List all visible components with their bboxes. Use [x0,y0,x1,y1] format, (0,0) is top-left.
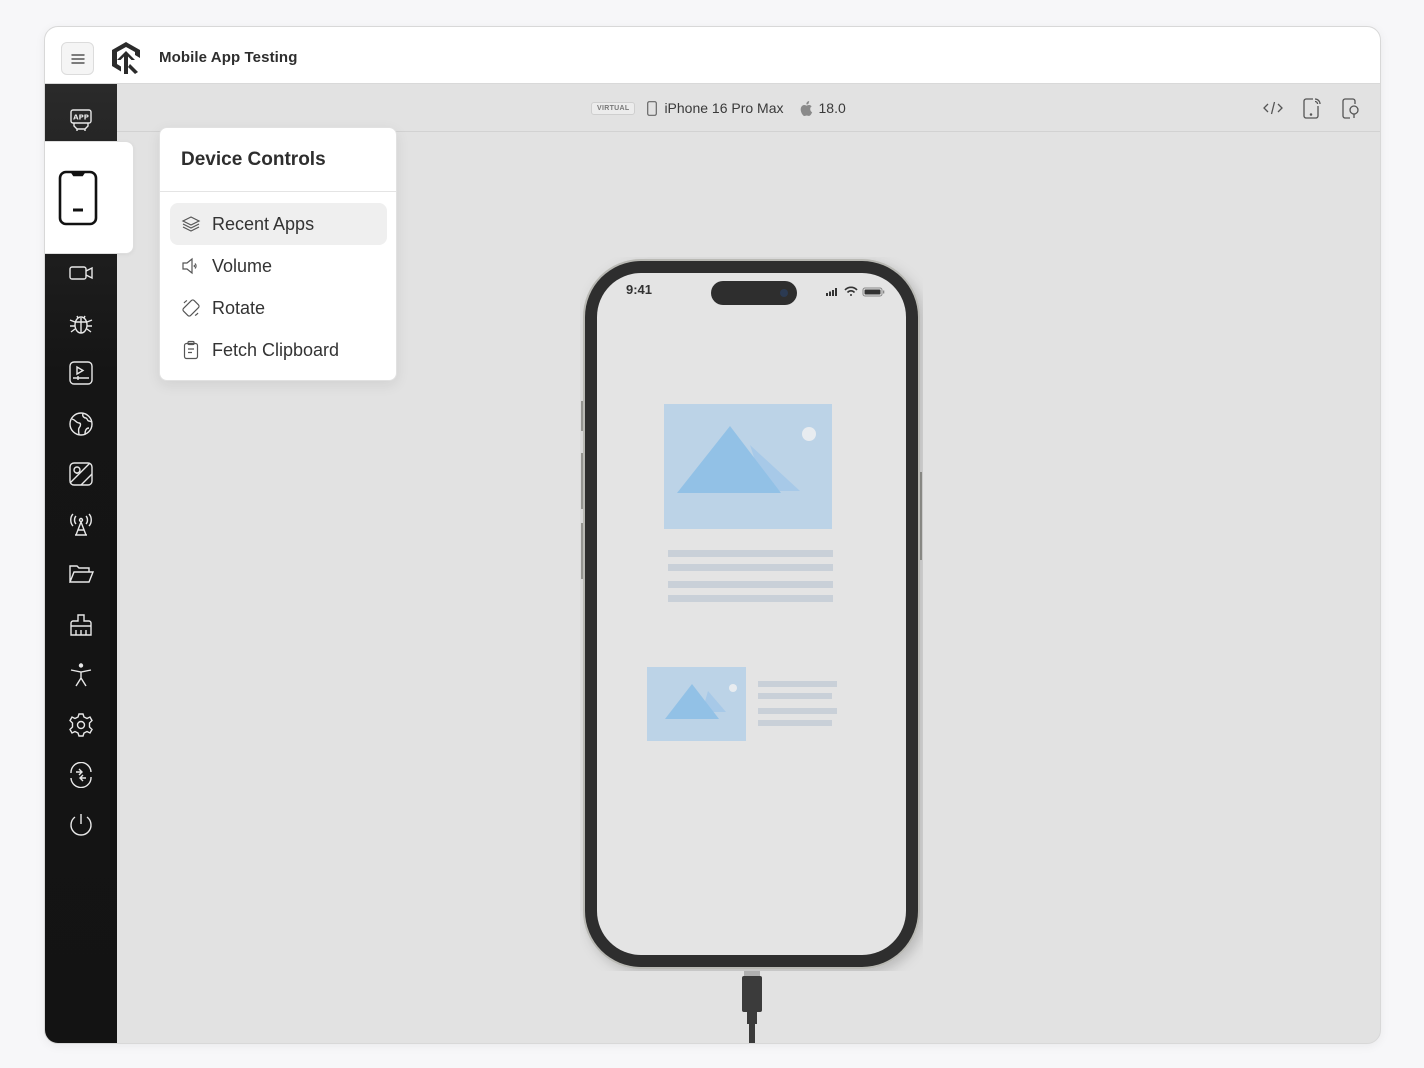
menu-item-fetch-clipboard[interactable]: Fetch Clipboard [170,329,387,371]
sidebar-item-clean[interactable] [67,611,95,639]
popover-divider [160,191,396,192]
brush-icon [70,614,92,636]
media-icon [69,361,93,385]
switch-icon [70,762,92,788]
phone-search-icon[interactable] [1340,97,1362,119]
sidebar-item-switch[interactable] [67,761,95,789]
rotate-icon [182,299,200,317]
sidebar-item-files[interactable] [67,560,95,588]
sidebar-item-device-controls[interactable] [45,141,134,254]
iphone-device[interactable]: 9:41 [580,257,923,971]
gear-icon [69,713,93,737]
image-placeholder-large [664,404,832,529]
device-controls-popover: Device Controls Recent Apps Volume Rotat… [159,127,397,381]
sidebar-item-power[interactable] [67,811,95,839]
menu-item-label: Fetch Clipboard [212,339,340,360]
device-name: iPhone 16 Pro Max [664,100,784,116]
menu-item-label: Recent Apps [212,213,315,234]
status-time: 9:41 [626,282,652,297]
speaker-icon [182,257,197,275]
os-version: 18.0 [818,100,846,116]
code-icon[interactable] [1262,97,1284,119]
clipboard-icon [183,340,199,360]
device-info: VIRTUAL iPhone 16 Pro Max 18.0 [591,100,846,116]
device-controls-icon [58,170,97,225]
sidebar-item-signal[interactable] [67,510,95,538]
menu-item-volume[interactable]: Volume [170,245,387,287]
menu-button[interactable] [61,42,94,75]
menu-item-rotate[interactable]: Rotate [170,287,387,329]
sidebar-item-settings[interactable] [67,711,95,739]
app-icon: APP [70,109,92,131]
sidebar-item-location[interactable] [67,460,95,488]
menu-item-label: Rotate [212,297,266,318]
title-bar: Mobile App Testing [45,27,1380,84]
globe-icon [69,412,93,436]
bug-icon [69,315,93,334]
popover-title: Device Controls [181,149,326,170]
app-window: Mobile App Testing APP VIRTUAL iPhone 16… [44,26,1381,1044]
apple-icon [800,100,812,116]
location-map-icon [69,462,93,486]
phone-icon [647,100,658,116]
sidebar-item-media[interactable] [67,359,95,387]
phone-signal-icon[interactable] [1301,97,1323,119]
menu-item-label: Volume [212,255,273,276]
front-camera [780,289,788,297]
power-icon [70,814,92,836]
accessibility-icon [70,663,92,687]
sidebar-item-camera[interactable] [67,259,95,287]
sidebar-item-accessibility[interactable] [67,661,95,689]
antenna-icon [70,513,92,536]
usb-cable [742,971,762,1043]
sidebar-item-network[interactable] [67,410,95,438]
video-camera-icon [69,266,93,280]
image-placeholder-small [647,667,746,741]
app-title: Mobile App Testing [159,49,298,66]
brand-logo-icon [112,42,140,74]
sidebar-item-app[interactable]: APP [67,107,95,135]
folder-icon [68,565,94,583]
device-toolbar: VIRTUAL iPhone 16 Pro Max 18.0 [117,84,1380,132]
virtual-badge: VIRTUAL [591,101,636,115]
hamburger-icon [70,53,85,64]
sidebar-item-debug[interactable] [67,309,95,337]
layers-icon [181,216,201,232]
svg-text:APP: APP [73,114,89,122]
menu-item-recent-apps[interactable]: Recent Apps [170,203,387,245]
